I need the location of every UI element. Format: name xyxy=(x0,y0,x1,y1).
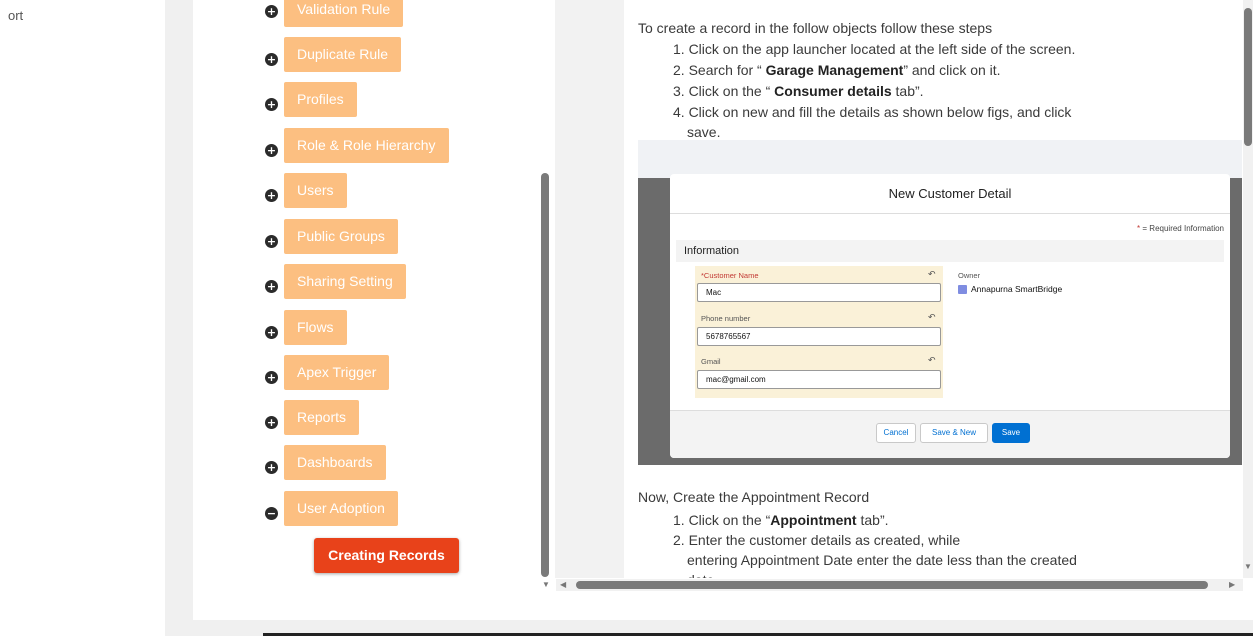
expand-icon[interactable]: + xyxy=(265,235,278,248)
expand-icon[interactable]: + xyxy=(265,5,278,18)
tree-item-label[interactable]: Dashboards xyxy=(284,445,386,480)
undo-icon: ↶ xyxy=(928,355,936,365)
tree-item-label[interactable]: Apex Trigger xyxy=(284,355,390,390)
customer-name-input[interactable]: Mac xyxy=(697,283,941,302)
user-icon xyxy=(958,284,967,294)
step-4: 4. Click on new and fill the details as … xyxy=(673,104,1072,120)
content-scrollbar-thumb[interactable] xyxy=(1244,8,1252,146)
tree-item-label[interactable]: Role & Role Hierarchy xyxy=(284,128,449,163)
undo-icon: ↶ xyxy=(928,269,936,279)
collapse-icon[interactable]: − xyxy=(265,507,278,520)
horizontal-scrollbar-thumb[interactable] xyxy=(576,581,1208,589)
owner-label: Owner xyxy=(958,271,981,280)
required-note: * = Required Information xyxy=(1137,224,1224,233)
step-3: 3. Click on the “ Consumer details tab”. xyxy=(673,83,924,99)
field-label-customer-name: *Customer Name xyxy=(701,271,759,280)
modal-footer: Cancel Save & New Save xyxy=(670,410,1230,458)
tree-item-label[interactable]: User Adoption xyxy=(284,491,398,526)
save-new-button[interactable]: Save & New xyxy=(920,423,988,443)
field-label-phone: Phone number xyxy=(701,314,751,323)
tree-item-label[interactable]: Public Groups xyxy=(284,219,398,254)
left-nav-partial-text[interactable]: ort xyxy=(8,8,23,23)
tree-item-label[interactable]: Profiles xyxy=(284,82,357,117)
tree-item-label[interactable]: Flows xyxy=(284,310,347,345)
tree-scrollbar-thumb[interactable] xyxy=(541,173,549,577)
modal-title: New Customer Detail xyxy=(670,174,1230,214)
tree-item-label[interactable]: Duplicate Rule xyxy=(284,37,402,72)
customer-form-screenshot: New Customer Detail * = Required Informa… xyxy=(638,140,1242,465)
phone-input[interactable]: 5678765567 xyxy=(697,327,941,346)
expand-icon[interactable]: + xyxy=(265,371,278,384)
appt-step-2: 2. Enter the customer details as created… xyxy=(673,532,961,548)
appt-step-2-continued: entering Appointment Date enter the date… xyxy=(687,552,1077,568)
field-label-gmail: Gmail xyxy=(701,357,721,366)
tree-item-label[interactable]: Reports xyxy=(284,400,360,435)
scroll-down-arrow-icon[interactable]: ▼ xyxy=(1244,562,1252,571)
expand-icon[interactable]: + xyxy=(265,326,278,339)
section-header: Information xyxy=(676,240,1224,262)
step-4-continued: save. xyxy=(687,124,721,140)
expand-icon[interactable]: + xyxy=(265,461,278,474)
intro-text: To create a record in the follow objects… xyxy=(638,20,993,36)
scroll-down-arrow-icon[interactable]: ▼ xyxy=(542,580,550,589)
step-2: 2. Search for “ Garage Management” and c… xyxy=(673,62,1001,78)
step-1: 1. Click on the app launcher located at … xyxy=(673,41,1076,57)
expand-icon[interactable]: + xyxy=(265,144,278,157)
cancel-button[interactable]: Cancel xyxy=(876,423,916,443)
expand-icon[interactable]: + xyxy=(265,416,278,429)
appt-step-2-continued-2: date. xyxy=(687,572,718,578)
undo-icon: ↶ xyxy=(928,312,936,322)
tree-item-creating-records[interactable]: Creating Records xyxy=(314,538,459,573)
tree-item-label[interactable]: Validation Rule xyxy=(284,0,404,27)
appt-step-1: 1. Click on the “Appointment tab”. xyxy=(673,512,889,528)
scroll-left-arrow-icon[interactable]: ◀ xyxy=(560,580,566,589)
screenshot-background-header xyxy=(638,140,1242,178)
expand-icon[interactable]: + xyxy=(265,53,278,66)
expand-icon[interactable]: + xyxy=(265,280,278,293)
owner-value: Annapurna SmartBridge xyxy=(958,284,1062,294)
gmail-input[interactable]: mac@gmail.com xyxy=(697,370,941,389)
scroll-right-arrow-icon[interactable]: ▶ xyxy=(1229,580,1235,589)
appointment-intro: Now, Create the Appointment Record xyxy=(638,489,870,505)
tree-item-label[interactable]: Sharing Setting xyxy=(284,264,406,299)
tree-item-label[interactable]: Users xyxy=(284,173,347,208)
expand-icon[interactable]: + xyxy=(265,189,278,202)
save-button[interactable]: Save xyxy=(992,423,1030,443)
left-nav: ort xyxy=(0,0,165,636)
expand-icon[interactable]: + xyxy=(265,98,278,111)
new-customer-modal: New Customer Detail * = Required Informa… xyxy=(670,174,1230,458)
